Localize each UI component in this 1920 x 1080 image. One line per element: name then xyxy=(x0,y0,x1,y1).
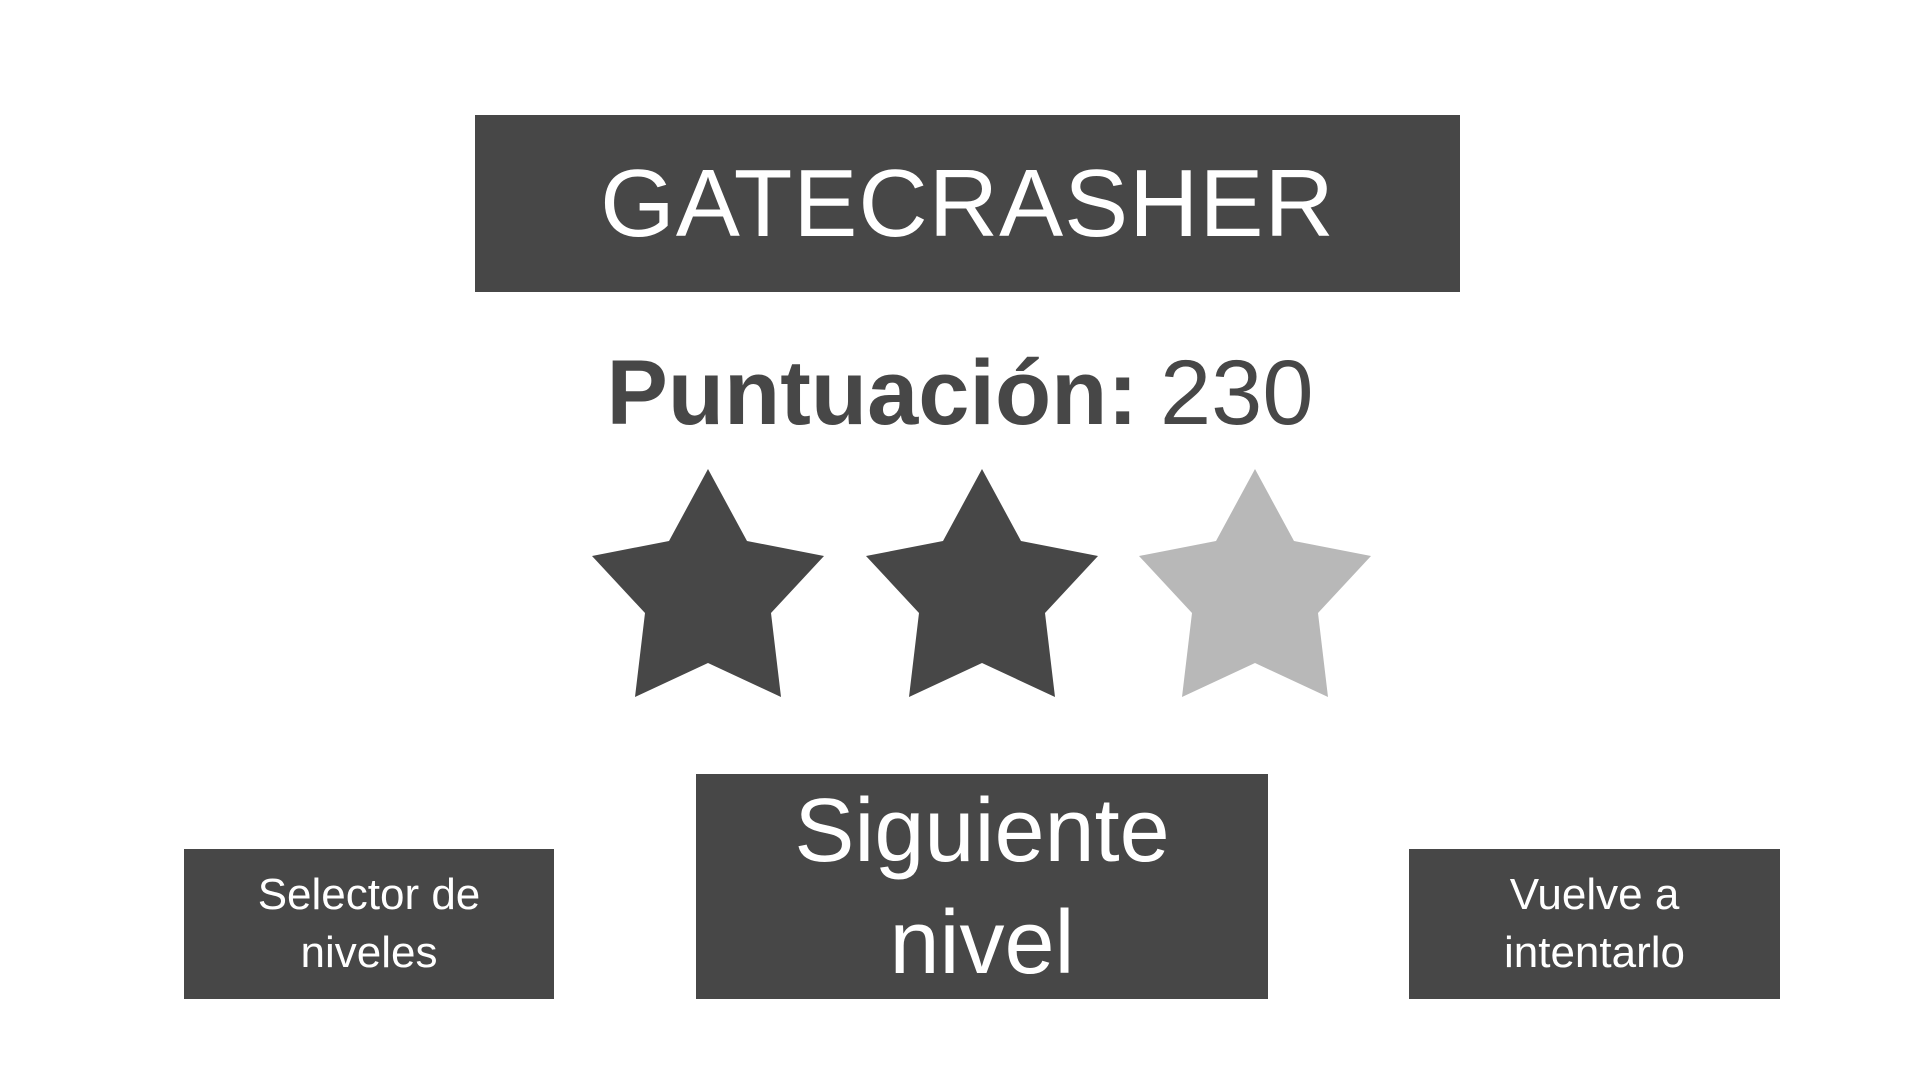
level-complete-screen: GATECRASHER Puntuación: 230 Selector de … xyxy=(0,0,1920,1080)
star-icon-2 xyxy=(866,469,1098,697)
retry-label: Vuelve a intentarlo xyxy=(1503,870,1685,977)
star-icon-1 xyxy=(592,469,824,697)
star-icon-3 xyxy=(1139,469,1371,697)
next-level-button[interactable]: Siguiente nivel xyxy=(696,774,1268,999)
score-value: 230 xyxy=(1160,342,1314,444)
game-title: GATECRASHER xyxy=(600,149,1335,257)
next-level-label: Siguiente nivel xyxy=(794,780,1170,993)
level-selector-label: Selector de niveles xyxy=(257,870,481,977)
score-label: Puntuación: xyxy=(606,342,1138,444)
score-display: Puntuación: 230 xyxy=(0,338,1920,448)
level-selector-button[interactable]: Selector de niveles xyxy=(184,849,554,999)
title-banner: GATECRASHER xyxy=(475,115,1460,292)
retry-button[interactable]: Vuelve a intentarlo xyxy=(1409,849,1780,999)
